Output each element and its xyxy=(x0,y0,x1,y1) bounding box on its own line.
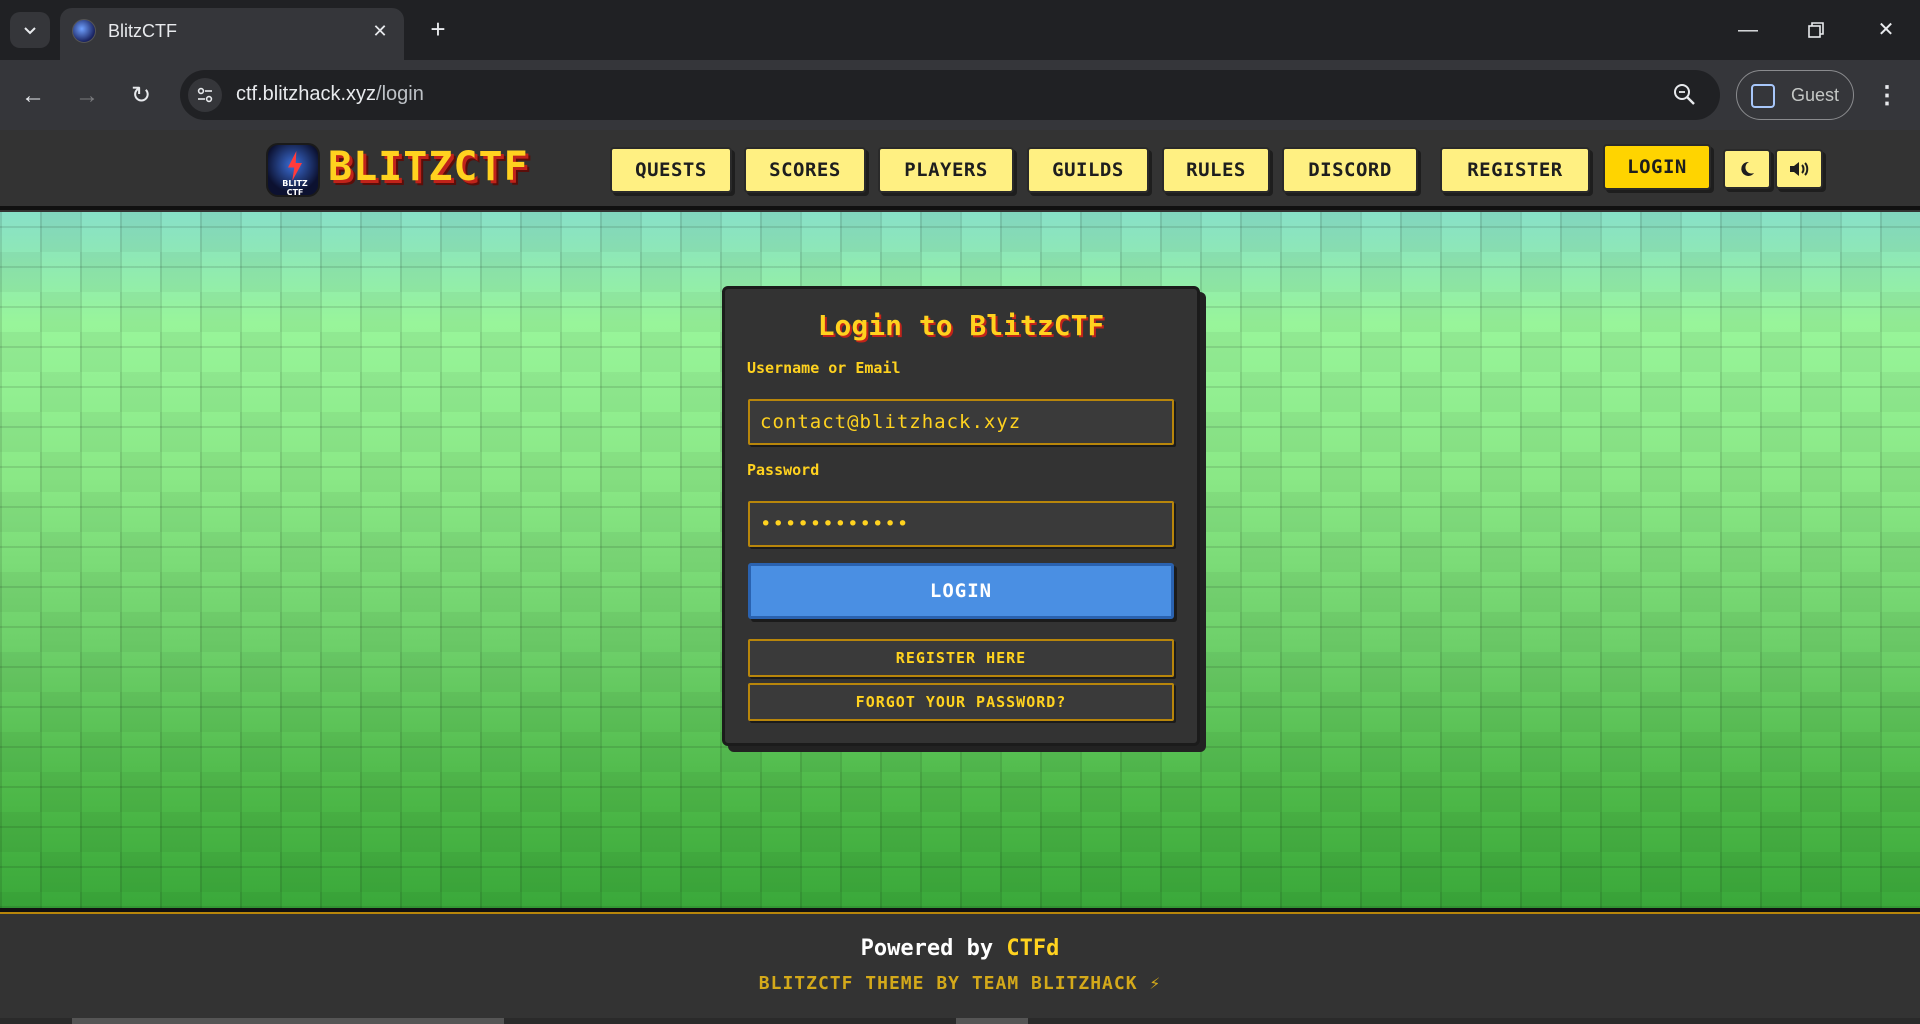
nav-register[interactable]: REGISTER xyxy=(1440,147,1590,193)
sound-toggle-button[interactable] xyxy=(1775,149,1823,189)
site-footer: Powered by CTFd BLITZCTF THEME BY TEAM B… xyxy=(0,916,1920,1024)
speaker-icon xyxy=(1790,162,1809,176)
profile-label: Guest xyxy=(1791,85,1840,105)
forward-arrow-icon[interactable]: → xyxy=(70,79,104,113)
tab-close-icon[interactable]: ✕ xyxy=(368,19,392,43)
login-button[interactable]: LOGIN xyxy=(748,563,1174,619)
powered-by-text: Powered by CTFd xyxy=(860,936,1060,961)
url-text: ctf.blitzhack.xyz/login xyxy=(236,83,424,105)
register-here-button[interactable]: REGISTER HERE xyxy=(748,639,1174,677)
tab-title: BlitzCTF xyxy=(108,21,177,41)
restore-icon[interactable] xyxy=(1796,14,1836,46)
username-input[interactable]: contact@blitzhack.xyz xyxy=(748,399,1174,445)
login-card: Login to BlitzCTF Username or Email cont… xyxy=(722,286,1200,746)
ctfd-link[interactable]: CTFd xyxy=(1006,936,1059,961)
browser-toolbar: ← → ↻ ctf.blitzhack.xyz/login Guest ⋮ xyxy=(0,60,1920,130)
password-input[interactable]: •••••••••••• xyxy=(748,501,1174,547)
profile-icon xyxy=(1751,84,1775,108)
nav-scores[interactable]: SCORES xyxy=(744,147,866,193)
browser-menu-icon[interactable]: ⋮ xyxy=(1872,79,1902,113)
bottom-scrollbar[interactable] xyxy=(0,1018,1920,1024)
nav-players[interactable]: PLAYERS xyxy=(878,147,1014,193)
site-info-icon[interactable] xyxy=(188,78,222,112)
site-favicon-icon xyxy=(72,19,96,43)
theme-credit: BLITZCTF THEME BY TEAM BLITZHACK ⚡ xyxy=(758,973,1162,994)
active-tab[interactable]: BlitzCTF ✕ xyxy=(60,8,404,60)
nav-guilds[interactable]: GUILDS xyxy=(1027,147,1149,193)
chevron-down-icon xyxy=(24,27,36,35)
theme-toggle-button[interactable] xyxy=(1723,149,1771,189)
site-header: BLITZ CTF BLITZCTF QUESTS SCORES PLAYERS… xyxy=(0,130,1920,210)
close-window-icon[interactable]: ✕ xyxy=(1866,14,1906,46)
new-tab-button[interactable]: + xyxy=(422,14,454,46)
nav-discord[interactable]: DISCORD xyxy=(1282,147,1418,193)
login-title: Login to BlitzCTF xyxy=(817,309,1105,342)
main-divider xyxy=(0,908,1920,914)
back-arrow-icon[interactable]: ← xyxy=(16,79,50,113)
address-bar[interactable]: ctf.blitzhack.xyz/login xyxy=(180,70,1720,120)
profile-button[interactable]: Guest xyxy=(1736,70,1854,120)
browser-tab-strip: BlitzCTF ✕ + — ✕ xyxy=(0,0,1920,60)
nav-quests[interactable]: QUESTS xyxy=(610,147,732,193)
forgot-password-button[interactable]: FORGOT YOUR PASSWORD? xyxy=(748,683,1174,721)
username-label: Username or Email xyxy=(747,359,901,377)
nav-login[interactable]: LOGIN xyxy=(1603,144,1711,190)
password-label: Password xyxy=(747,461,820,479)
nav-rules[interactable]: RULES xyxy=(1162,147,1270,193)
blitzctf-logo-icon[interactable]: BLITZ CTF xyxy=(266,143,320,197)
site-logo-text[interactable]: BLITZCTF xyxy=(328,144,529,190)
zoom-icon[interactable] xyxy=(1670,80,1700,110)
reload-icon[interactable]: ↻ xyxy=(124,79,158,113)
minimize-icon[interactable]: — xyxy=(1728,14,1768,46)
tab-search-button[interactable] xyxy=(10,12,50,48)
moon-icon xyxy=(1741,161,1754,176)
